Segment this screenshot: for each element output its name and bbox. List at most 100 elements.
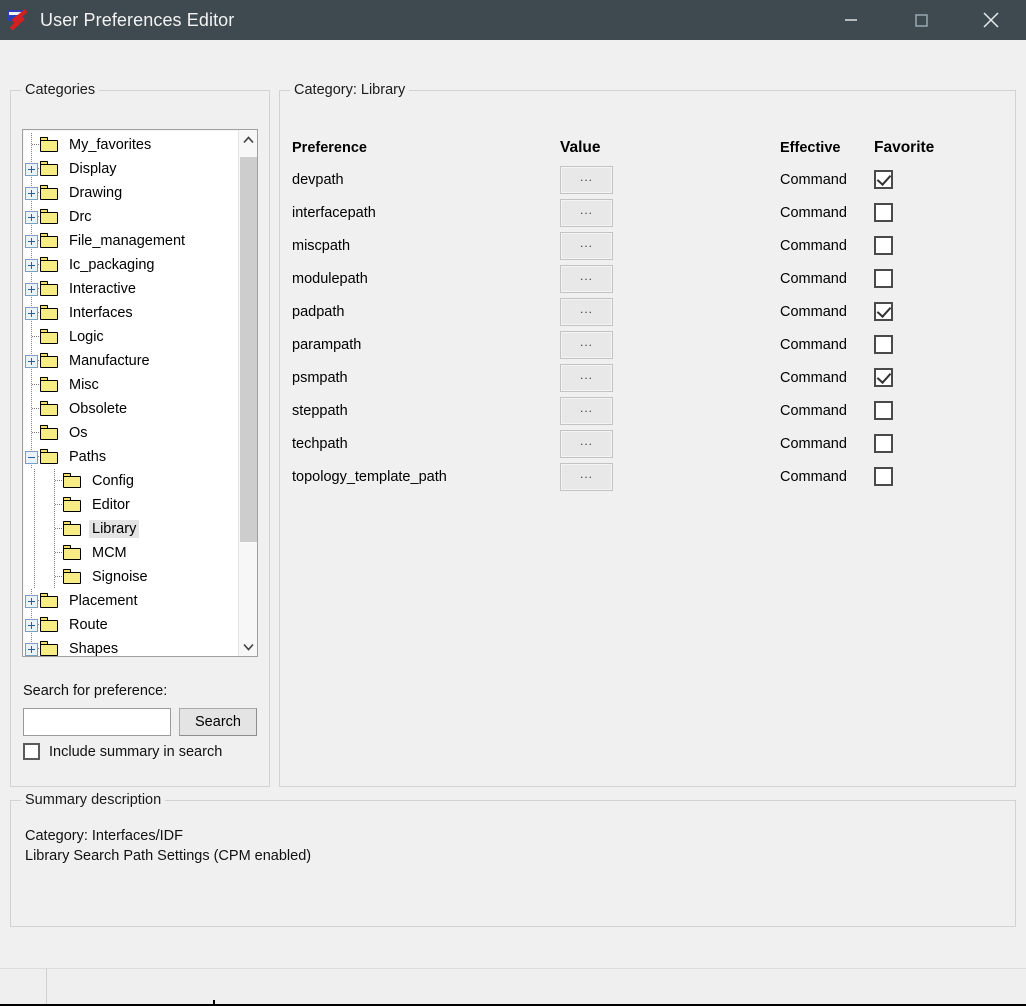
tree-item-display[interactable]: Display — [23, 157, 238, 181]
minimize-button[interactable] — [816, 0, 886, 40]
favorite-checkbox[interactable] — [874, 467, 893, 486]
tree-item-placement[interactable]: Placement — [23, 589, 238, 613]
preference-name: interfacepath — [292, 204, 376, 221]
value-browse-button[interactable]: ... — [560, 297, 613, 326]
tree-item-mcm[interactable]: MCM — [23, 541, 238, 565]
favorite-checkbox[interactable] — [874, 335, 893, 354]
tree-item-shapes[interactable]: Shapes — [23, 637, 238, 656]
include-summary-row[interactable]: Include summary in search — [23, 743, 222, 760]
favorite-checkbox[interactable] — [874, 434, 893, 453]
include-summary-checkbox[interactable] — [23, 743, 40, 760]
scrollbar-thumb[interactable] — [240, 157, 257, 542]
preference-value-cell: ... — [560, 429, 780, 458]
favorite-checkbox[interactable] — [874, 236, 893, 255]
tree-item-interactive[interactable]: Interactive — [23, 277, 238, 301]
tree-item-logic[interactable]: Logic — [23, 325, 238, 349]
tree-connector — [23, 325, 43, 349]
preference-row: techpath... Command — [292, 427, 1005, 460]
value-browse-button[interactable]: ... — [560, 363, 613, 392]
preference-name: techpath — [292, 435, 348, 452]
expand-icon[interactable] — [25, 355, 38, 368]
expand-icon[interactable] — [25, 283, 38, 296]
tree-expander-plus[interactable] — [23, 157, 43, 181]
value-browse-button[interactable]: ... — [560, 429, 613, 458]
preferences-table: Preference Value Effective Favorite devp… — [292, 133, 1005, 493]
scroll-up-button[interactable] — [239, 130, 257, 149]
folder-icon — [40, 377, 62, 393]
tree-item-drc[interactable]: Drc — [23, 205, 238, 229]
preference-favorite-cell — [874, 335, 934, 354]
tree-expander-plus[interactable] — [23, 181, 43, 205]
tree-item-drawing[interactable]: Drawing — [23, 181, 238, 205]
tree-item-file_management[interactable]: File_management — [23, 229, 238, 253]
tree-expander-plus[interactable] — [23, 205, 43, 229]
tree-expander-plus[interactable] — [23, 589, 43, 613]
tree-item-label: Interfaces — [69, 305, 133, 321]
expand-icon[interactable] — [25, 307, 38, 320]
tree-item-signoise[interactable]: Signoise — [23, 565, 238, 589]
preference-effective: Command — [780, 336, 847, 353]
expand-icon[interactable] — [25, 187, 38, 200]
tree-item-interfaces[interactable]: Interfaces — [23, 301, 238, 325]
tree-item-editor[interactable]: Editor — [23, 493, 238, 517]
column-header-preference: Preference — [292, 140, 367, 156]
value-browse-button[interactable]: ... — [560, 231, 613, 260]
expand-icon[interactable] — [25, 619, 38, 632]
expand-icon[interactable] — [25, 163, 38, 176]
tree-expander-plus[interactable] — [23, 253, 43, 277]
preference-name: modulepath — [292, 270, 368, 287]
favorite-checkbox[interactable] — [874, 302, 893, 321]
folder-icon — [40, 329, 62, 345]
favorite-checkbox[interactable] — [874, 203, 893, 222]
tree-item-obsolete[interactable]: Obsolete — [23, 397, 238, 421]
tree-item-paths[interactable]: Paths — [23, 445, 238, 469]
preference-effective: Command — [780, 237, 847, 254]
maximize-button[interactable] — [886, 0, 956, 40]
categories-tree[interactable]: My_favorites Display Drawing Drc File_manage… — [22, 129, 258, 657]
tree-item-config[interactable]: Config — [23, 469, 238, 493]
tree-item-label: Interactive — [69, 281, 136, 297]
expand-icon[interactable] — [25, 211, 38, 224]
preference-value-cell: ... — [560, 231, 780, 260]
favorite-checkbox[interactable] — [874, 368, 893, 387]
favorite-checkbox[interactable] — [874, 401, 893, 420]
tree-item-os[interactable]: Os — [23, 421, 238, 445]
search-button[interactable]: Search — [179, 708, 257, 736]
preference-effective: Command — [780, 369, 847, 386]
tree-item-library[interactable]: Library — [23, 517, 238, 541]
tree-item-manufacture[interactable]: Manufacture — [23, 349, 238, 373]
tree-item-misc[interactable]: Misc — [23, 373, 238, 397]
favorite-checkbox[interactable] — [874, 170, 893, 189]
expand-icon[interactable] — [25, 259, 38, 272]
favorite-checkbox[interactable] — [874, 269, 893, 288]
value-browse-button[interactable]: ... — [560, 165, 613, 194]
tree-expander-plus[interactable] — [23, 229, 43, 253]
value-browse-button[interactable]: ... — [560, 264, 613, 293]
tree-expander-plus[interactable] — [23, 613, 43, 637]
tree-expander-plus[interactable] — [23, 277, 43, 301]
tree-expander-plus[interactable] — [23, 637, 43, 656]
scroll-down-button[interactable] — [239, 637, 257, 656]
tree-expander-plus[interactable] — [23, 349, 43, 373]
folder-icon — [40, 353, 62, 369]
categories-tree-scrollbar[interactable] — [238, 130, 257, 656]
close-button[interactable] — [956, 0, 1026, 40]
preference-row: devpath... Command — [292, 163, 1005, 196]
collapse-icon[interactable] — [25, 451, 38, 464]
value-browse-button[interactable]: ... — [560, 462, 613, 491]
expand-icon[interactable] — [25, 235, 38, 248]
expand-icon[interactable] — [25, 595, 38, 608]
preference-value-cell: ... — [560, 396, 780, 425]
value-browse-button[interactable]: ... — [560, 396, 613, 425]
tree-expander-minus[interactable] — [23, 445, 43, 469]
tree-item-route[interactable]: Route — [23, 613, 238, 637]
tree-item-ic_packaging[interactable]: Ic_packaging — [23, 253, 238, 277]
value-browse-button[interactable]: ... — [560, 330, 613, 359]
search-input[interactable] — [23, 708, 171, 736]
tree-expander-plus[interactable] — [23, 301, 43, 325]
value-browse-button[interactable]: ... — [560, 198, 613, 227]
preference-value-cell: ... — [560, 264, 780, 293]
tree-item-my_favorites[interactable]: My_favorites — [23, 133, 238, 157]
close-icon — [983, 12, 999, 28]
expand-icon[interactable] — [25, 643, 38, 656]
